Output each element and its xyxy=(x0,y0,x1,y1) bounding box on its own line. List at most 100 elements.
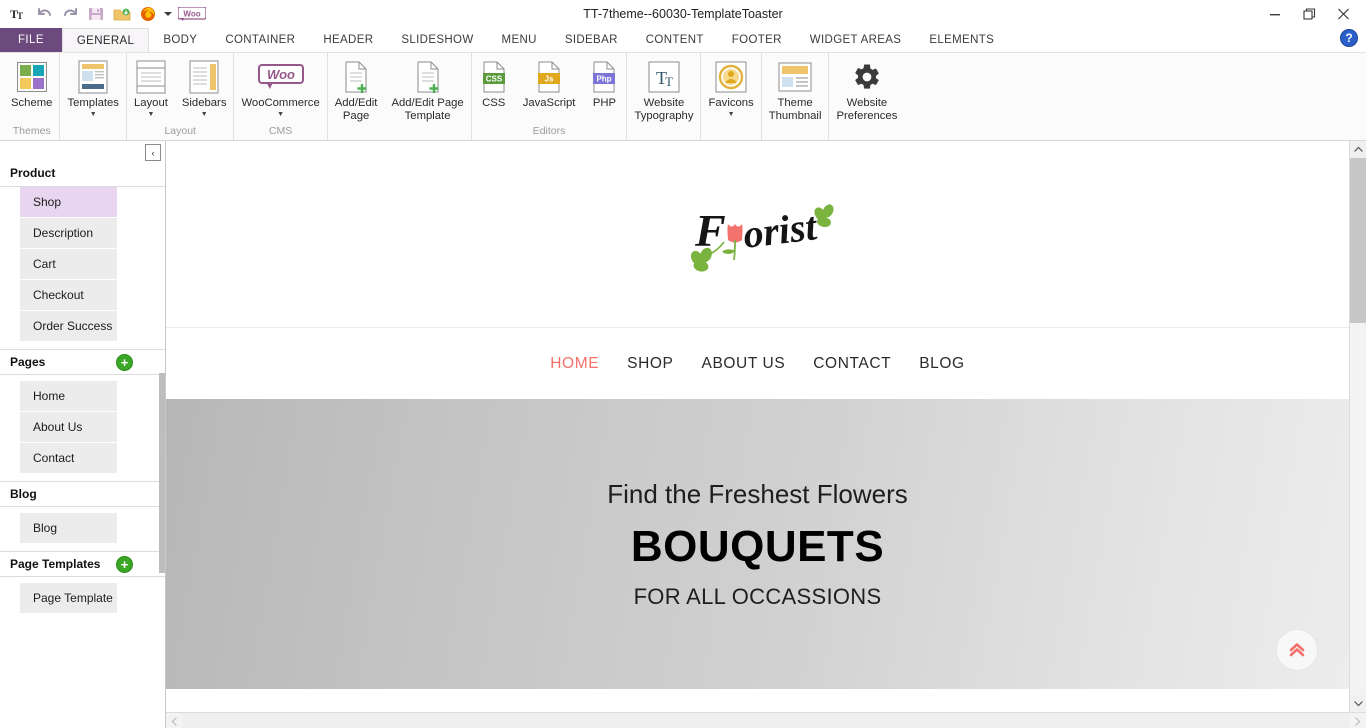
window-controls xyxy=(1258,0,1366,28)
chevron-double-up-icon xyxy=(1289,643,1305,657)
tab-elements[interactable]: ELEMENTS xyxy=(915,28,1008,52)
theme-thumbnail-button[interactable]: Theme Thumbnail xyxy=(762,57,829,122)
nav-link-contact[interactable]: CONTACT xyxy=(813,355,891,373)
website-preferences-button[interactable]: Website Preferences xyxy=(829,57,904,122)
vertical-scroll-thumb[interactable] xyxy=(1350,158,1366,323)
tab-widget-areas[interactable]: WIDGET AREAS xyxy=(796,28,916,52)
tab-footer[interactable]: FOOTER xyxy=(718,28,796,52)
scroll-right-icon[interactable] xyxy=(1349,713,1366,728)
sidebar-item-home[interactable]: Home xyxy=(20,381,117,411)
website-preferences-label: Website Preferences xyxy=(836,97,898,122)
nav-link-shop[interactable]: SHOP xyxy=(627,355,673,373)
firefox-preview-icon[interactable] xyxy=(136,3,160,25)
horizontal-scroll-track[interactable] xyxy=(183,713,1349,728)
nav-link-home[interactable]: HOME xyxy=(550,355,599,373)
preview-vertical-scrollbar[interactable] xyxy=(1349,141,1366,712)
tab-file[interactable]: FILE xyxy=(0,28,62,52)
sidebar-item-contact[interactable]: Contact xyxy=(20,443,117,473)
close-button[interactable] xyxy=(1326,1,1360,27)
horizontal-scroll-thumb[interactable] xyxy=(183,713,1349,728)
scroll-to-top-button[interactable] xyxy=(1276,629,1318,671)
woocommerce-button[interactable]: Woo WooCommerce ▼ xyxy=(234,57,326,119)
templates-icon xyxy=(78,59,108,95)
sidebar-item-shop[interactable]: Shop xyxy=(20,187,117,217)
site-header: F orist xyxy=(166,141,1349,327)
layout-icon xyxy=(136,59,166,95)
preview-pane: F orist HOME SHOP ABOUT US CONTACT BLOG … xyxy=(166,141,1366,728)
export-folder-icon[interactable] xyxy=(110,3,134,25)
javascript-button[interactable]: Js JavaScript xyxy=(516,57,583,110)
sidebar-item-about-us[interactable]: About Us xyxy=(20,412,117,442)
chevron-down-icon[interactable]: ▼ xyxy=(728,111,735,119)
css-button[interactable]: CSS CSS xyxy=(472,57,516,110)
sidebar-item-checkout[interactable]: Checkout xyxy=(20,280,117,310)
save-icon[interactable] xyxy=(84,3,108,25)
woocommerce-icon[interactable]: Woo xyxy=(176,3,208,25)
add-page-button[interactable]: + xyxy=(116,353,133,371)
sidebar-item-blog[interactable]: Blog xyxy=(20,513,117,543)
undo-icon[interactable] xyxy=(32,3,56,25)
scroll-left-icon[interactable] xyxy=(166,713,183,728)
section-items-page-templates: Page Template xyxy=(0,583,165,613)
help-icon[interactable]: ? xyxy=(1340,29,1358,47)
ribbon-group-cms: Woo WooCommerce ▼ CMS xyxy=(234,53,328,140)
tab-menu[interactable]: MENU xyxy=(488,28,551,52)
templates-button[interactable]: Templates ▼ xyxy=(60,57,126,119)
sidebars-button[interactable]: Sidebars ▼ xyxy=(175,57,234,119)
section-header-blog: Blog xyxy=(0,481,165,507)
sidebar-item-order-success[interactable]: Order Success xyxy=(20,311,117,341)
add-edit-page-template-button[interactable]: Add/Edit Page Template xyxy=(384,57,470,122)
restore-button[interactable] xyxy=(1292,1,1326,27)
preview-dropdown-icon[interactable] xyxy=(162,3,174,25)
website-typography-icon: TT xyxy=(648,59,680,95)
nav-link-blog[interactable]: BLOG xyxy=(919,355,964,373)
hero-slideshow: Find the Freshest Flowers BOUQUETS FOR A… xyxy=(166,399,1349,689)
add-edit-page-button[interactable]: Add/Edit Page xyxy=(328,57,385,122)
hero-line-3: FOR ALL OCCASSIONS xyxy=(633,583,882,609)
scheme-label: Scheme xyxy=(11,97,53,109)
sidebar-collapse-icon[interactable]: ‹ xyxy=(145,144,161,161)
section-header-pages: Pages + xyxy=(0,349,165,375)
minimize-button[interactable] xyxy=(1258,1,1292,27)
sidebar-item-description[interactable]: Description xyxy=(20,218,117,248)
group-label-cms: CMS xyxy=(268,125,293,137)
redo-icon[interactable] xyxy=(58,3,82,25)
tab-slideshow[interactable]: SLIDESHOW xyxy=(387,28,487,52)
tab-body[interactable]: BODY xyxy=(149,28,211,52)
layout-button[interactable]: Layout ▼ xyxy=(127,57,175,119)
ribbon-group-pages: Add/Edit Page Add/Edit Page Template xyxy=(328,53,472,140)
templates-label: Templates xyxy=(67,97,119,109)
tab-content[interactable]: CONTENT xyxy=(632,28,718,52)
scroll-up-icon[interactable] xyxy=(1350,141,1366,158)
title-bar: TT Woo TT-7theme--60030-TemplateToaster xyxy=(0,0,1366,28)
section-title-pages: Pages xyxy=(10,355,46,369)
site-navigation: HOME SHOP ABOUT US CONTACT BLOG xyxy=(166,327,1349,399)
group-label-favicons xyxy=(701,124,760,140)
tab-sidebar[interactable]: SIDEBAR xyxy=(551,28,632,52)
section-items-pages: Home About Us Contact xyxy=(0,381,165,473)
nav-link-about-us[interactable]: ABOUT US xyxy=(702,355,786,373)
sidebar-item-page-template[interactable]: Page Template xyxy=(20,583,117,613)
tab-container[interactable]: CONTAINER xyxy=(211,28,309,52)
sidebar-scrollbar-thumb[interactable] xyxy=(159,373,165,573)
tab-general[interactable]: GENERAL xyxy=(61,28,150,52)
tab-header[interactable]: HEADER xyxy=(309,28,387,52)
chevron-down-icon[interactable]: ▼ xyxy=(90,111,97,119)
add-page-template-button[interactable]: + xyxy=(116,555,133,573)
php-button[interactable]: Php PHP xyxy=(582,57,626,110)
preview-horizontal-scrollbar[interactable] xyxy=(166,712,1366,728)
vertical-scroll-track[interactable] xyxy=(1350,158,1366,695)
group-label-pages xyxy=(328,124,471,140)
chevron-down-icon[interactable]: ▼ xyxy=(147,111,154,119)
favicons-button[interactable]: Favicons ▼ xyxy=(701,57,760,119)
typography-icon[interactable]: TT xyxy=(6,3,30,25)
section-header-page-templates: Page Templates + xyxy=(0,551,165,577)
scheme-button[interactable]: Scheme xyxy=(4,57,59,110)
ribbon-group-templates: Templates ▼ xyxy=(60,53,127,140)
chevron-down-icon[interactable]: ▼ xyxy=(277,111,284,119)
group-label-preferences xyxy=(829,124,904,140)
chevron-down-icon[interactable]: ▼ xyxy=(201,111,208,119)
sidebar-item-cart[interactable]: Cart xyxy=(20,249,117,279)
website-typography-button[interactable]: TT Website Typography xyxy=(627,57,700,122)
scroll-down-icon[interactable] xyxy=(1350,695,1366,712)
